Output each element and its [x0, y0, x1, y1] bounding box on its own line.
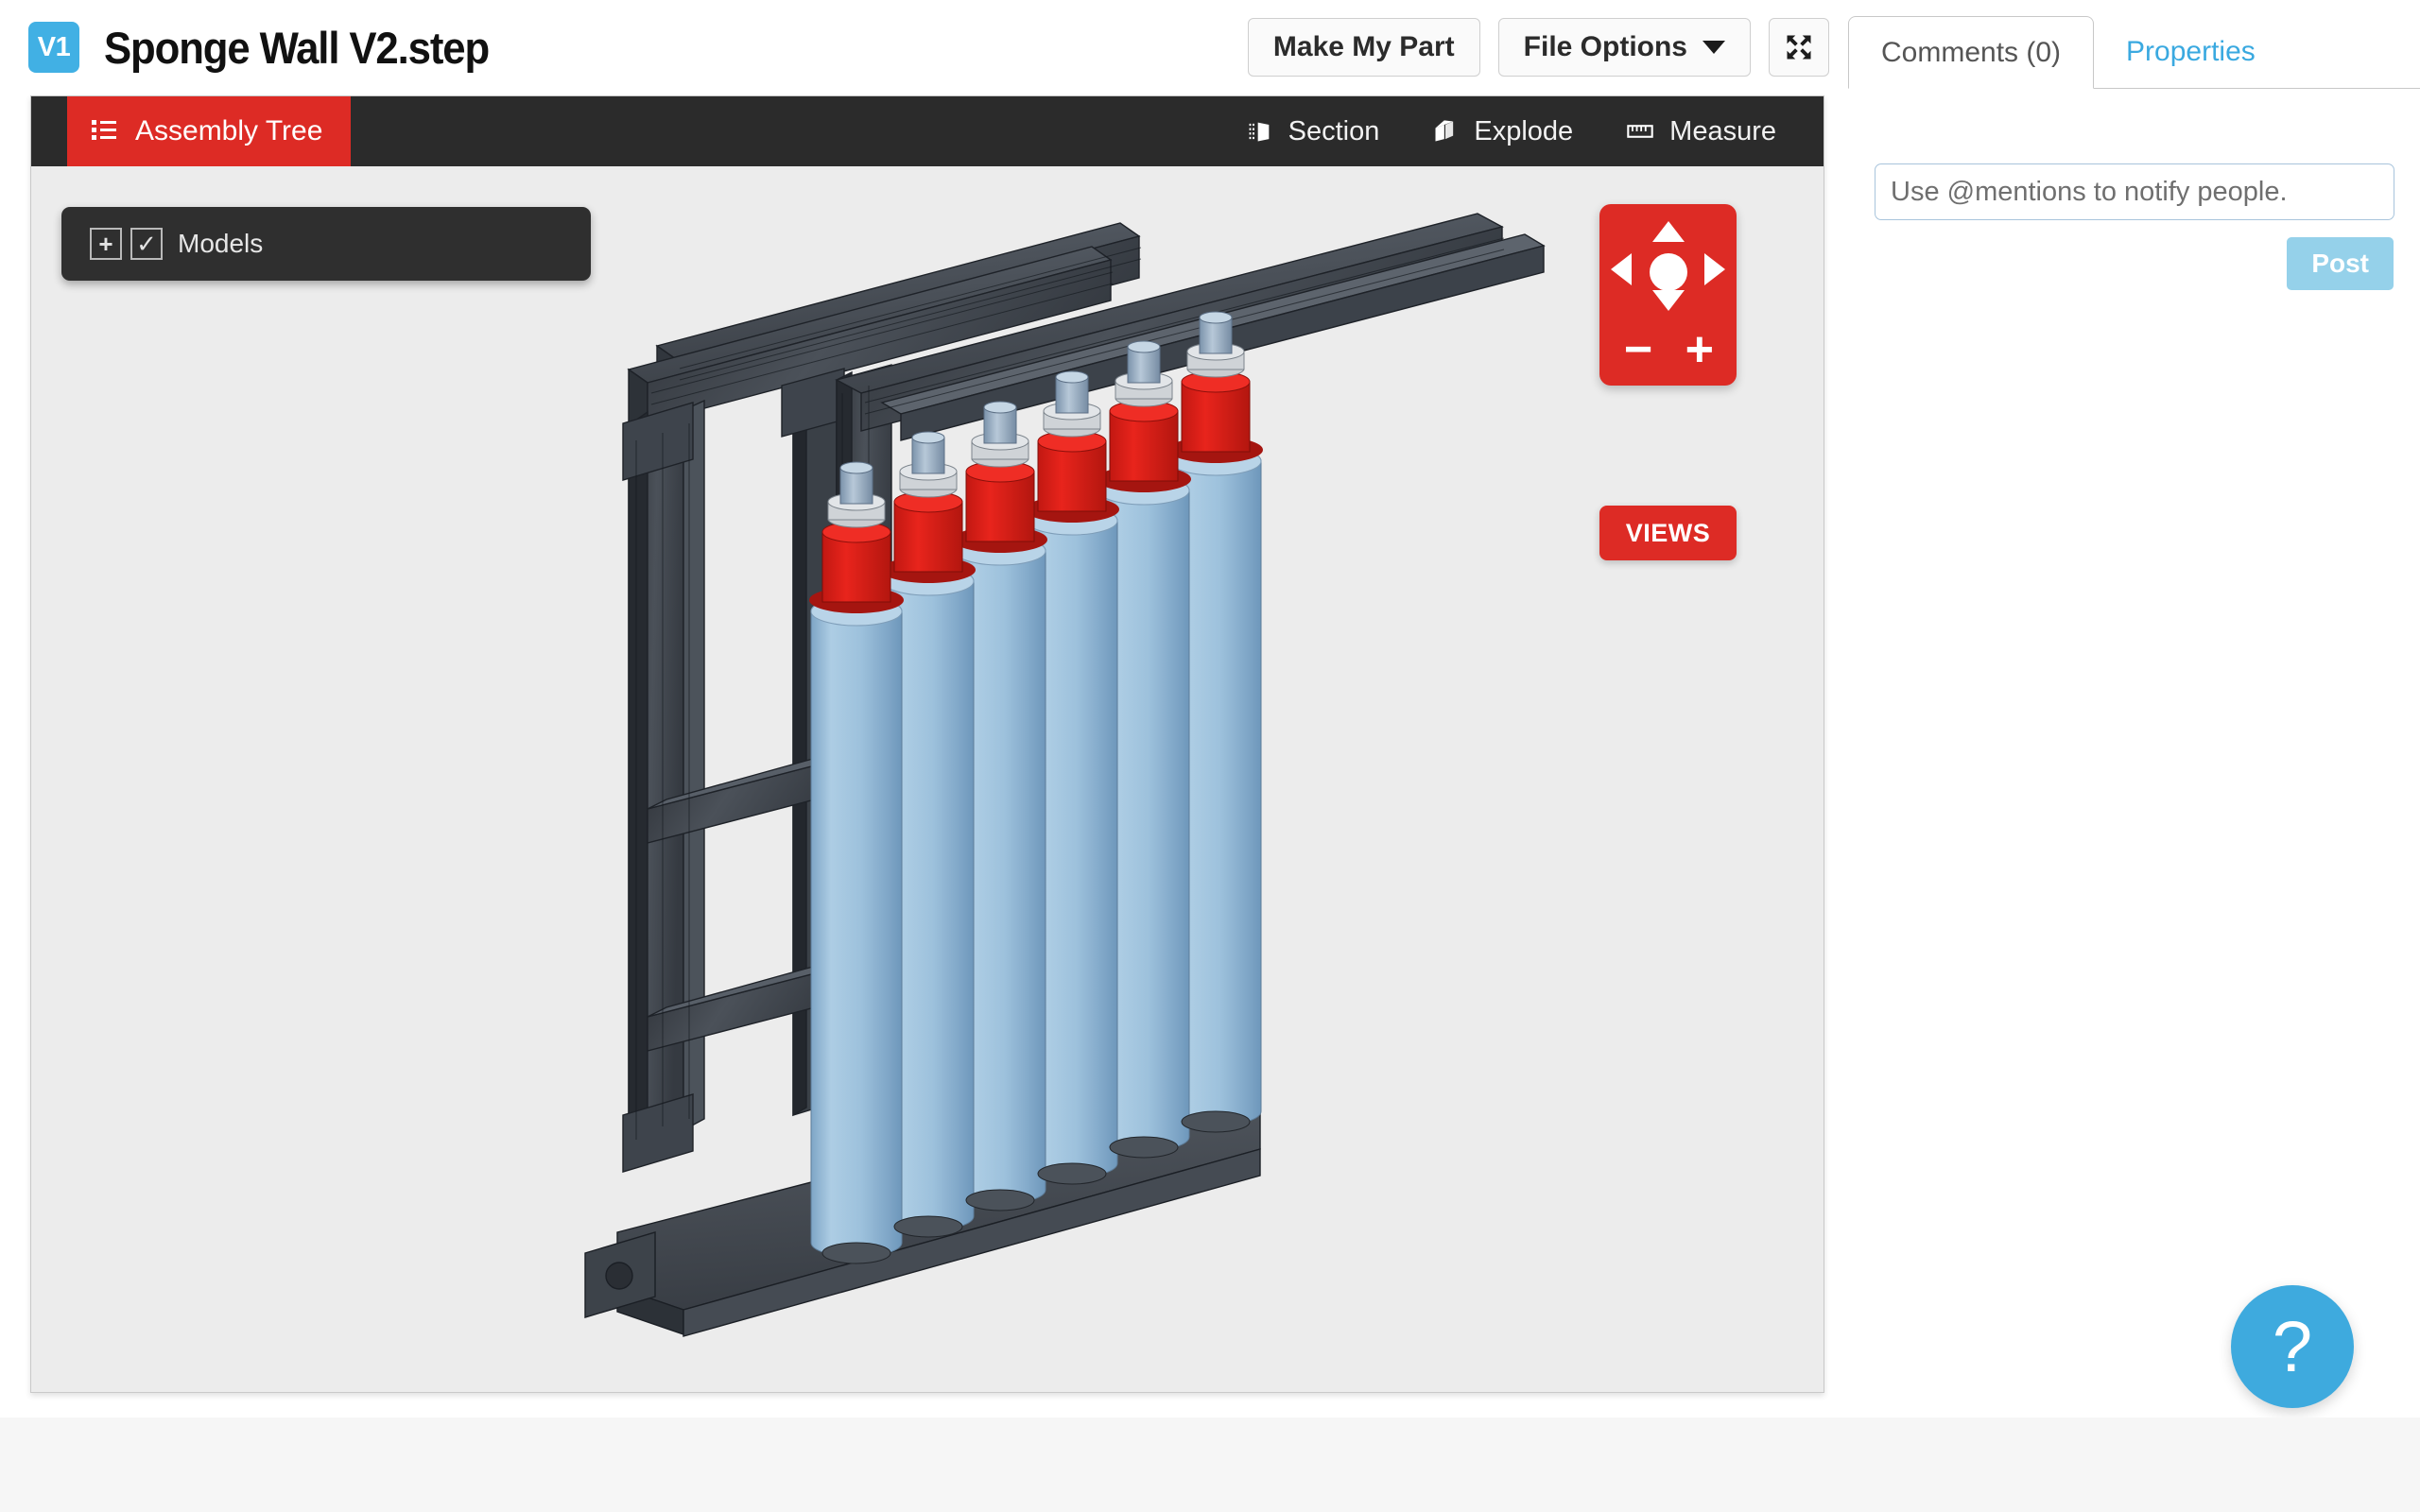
page-title: Sponge Wall V2.step: [104, 22, 490, 73]
pan-left-icon[interactable]: [1611, 253, 1632, 285]
zoom-out-button[interactable]: −: [1624, 325, 1652, 374]
measure-label: Measure: [1669, 115, 1776, 146]
section-label: Section: [1288, 115, 1380, 146]
post-comment-button[interactable]: Post: [2287, 237, 2394, 290]
panel-tabbar: Comments (0) Properties: [1848, 15, 2420, 89]
version-badge: V1: [28, 22, 79, 73]
pan-right-icon[interactable]: [1704, 253, 1725, 285]
ruler-icon: [1627, 125, 1653, 138]
pan-up-icon[interactable]: [1651, 221, 1685, 242]
assembly-tree-panel: + ✓ Models: [61, 207, 591, 281]
section-tool[interactable]: Section: [1247, 115, 1380, 147]
make-my-part-label: Make My Part: [1272, 31, 1455, 62]
file-options-button[interactable]: File Options: [1497, 18, 1751, 77]
footer-band: [0, 1418, 2420, 1512]
roller-assembly: [809, 461, 904, 1258]
cad-model-svg: [584, 213, 1546, 1337]
measure-tool[interactable]: Measure: [1626, 116, 1776, 147]
app-root: V1 Sponge Wall V2.step Make My Part File…: [0, 0, 2420, 1512]
recenter-icon[interactable]: [1649, 253, 1687, 291]
header-actions: Make My Part File Options: [1247, 18, 1829, 77]
viewer-tool-group: Section Explode Measure: [1247, 116, 1776, 147]
tab-comments[interactable]: Comments (0): [1848, 16, 2095, 89]
assembly-tree-label: Assembly Tree: [135, 115, 323, 146]
collapse-arrows-icon: [1787, 35, 1811, 60]
tree-expand-icon[interactable]: +: [90, 228, 122, 260]
comment-input[interactable]: [1875, 163, 2394, 220]
views-button[interactable]: VIEWS: [1599, 506, 1737, 560]
cad-model-canvas[interactable]: [31, 166, 1824, 1392]
file-options-label: File Options: [1523, 31, 1687, 62]
model-viewer-panel[interactable]: Assembly Tree Section Explode Measure + …: [30, 95, 1824, 1393]
tree-root-label[interactable]: Models: [178, 229, 263, 259]
viewer-toolbar: Assembly Tree Section Explode Measure: [31, 96, 1824, 166]
explode-tool[interactable]: Explode: [1432, 116, 1573, 147]
app-header: V1 Sponge Wall V2.step Make My Part File…: [0, 0, 1848, 94]
assembly-tree-button[interactable]: Assembly Tree: [67, 96, 352, 166]
navigation-pad[interactable]: − +: [1599, 204, 1737, 386]
pan-down-icon[interactable]: [1651, 290, 1685, 311]
collapse-button[interactable]: [1769, 18, 1829, 77]
make-my-part-button[interactable]: Make My Part: [1247, 18, 1480, 77]
chevron-down-icon: [1703, 41, 1725, 54]
right-side-panel: Comments (0) Properties Post ?: [1848, 0, 2420, 1512]
explode-cube-icon: [1435, 120, 1454, 142]
help-button[interactable]: ?: [2231, 1285, 2354, 1408]
section-cube-icon: [1249, 122, 1269, 142]
tree-visibility-checkbox[interactable]: ✓: [130, 228, 163, 260]
tab-properties[interactable]: Properties: [2094, 15, 2288, 88]
list-icon: [92, 119, 116, 144]
explode-label: Explode: [1474, 115, 1574, 146]
zoom-in-button[interactable]: +: [1685, 325, 1714, 374]
